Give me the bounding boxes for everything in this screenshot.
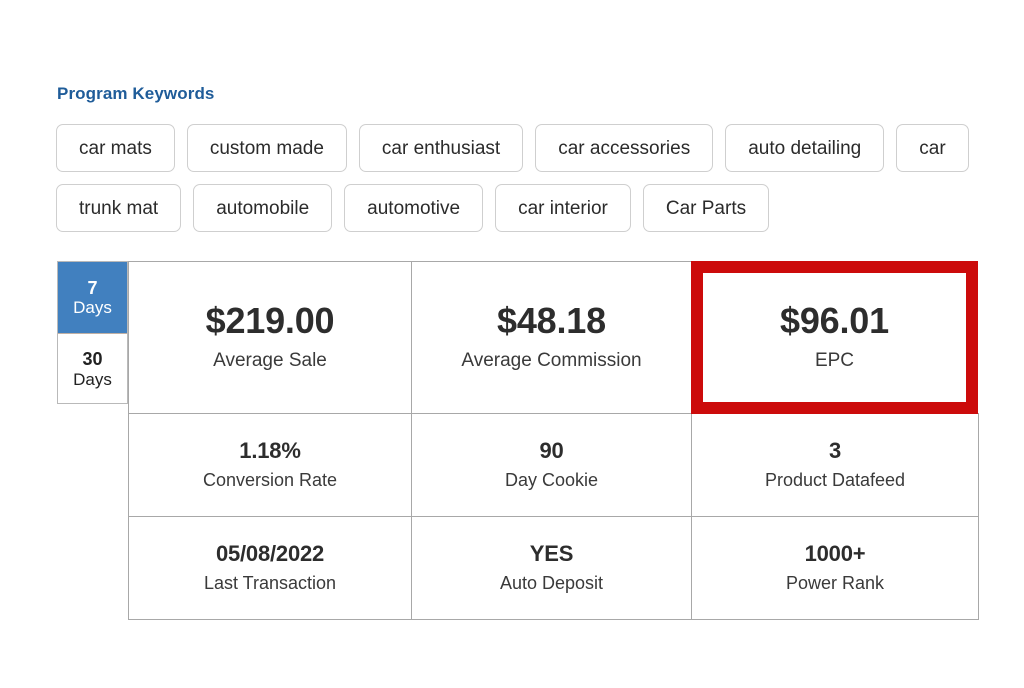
stat-cell-product-datafeed: 3 Product Datafeed: [691, 413, 979, 517]
stat-label: Auto Deposit: [500, 573, 603, 595]
keyword-pill[interactable]: trunk mat: [56, 184, 181, 232]
period-toggle[interactable]: 7 Days 30 Days: [57, 261, 128, 404]
keyword-pill[interactable]: car enthusiast: [359, 124, 523, 172]
period-tab-7-number: 7: [87, 278, 97, 298]
stat-value: 90: [539, 439, 563, 462]
program-stats-page: Program Keywords car matscustom madecar …: [0, 0, 1024, 688]
keyword-row: trunk matautomobileautomotivecar interio…: [56, 184, 986, 232]
program-stats-table: 7 Days 30 Days $219.00 Average Sale $48.…: [57, 261, 978, 619]
stat-cell-last-transaction: 05/08/2022 Last Transaction: [128, 516, 412, 620]
keyword-pill[interactable]: car interior: [495, 184, 631, 232]
stat-value: 3: [829, 439, 841, 462]
period-tab-30-days[interactable]: 30 Days: [58, 333, 127, 404]
keyword-pill[interactable]: automotive: [344, 184, 483, 232]
period-tab-30-unit: Days: [73, 370, 112, 389]
stat-value: YES: [530, 542, 573, 565]
stat-value: 05/08/2022: [216, 542, 324, 565]
stat-value: $219.00: [206, 302, 335, 340]
keyword-pill[interactable]: auto detailing: [725, 124, 884, 172]
stat-cell-epc-highlighted: $96.01 EPC: [691, 261, 978, 414]
stat-label: Conversion Rate: [203, 470, 337, 492]
stat-label: EPC: [815, 350, 854, 373]
stat-label: Power Rank: [786, 573, 884, 595]
stats-grid: $219.00 Average Sale $48.18 Average Comm…: [128, 261, 978, 619]
keyword-pill[interactable]: car mats: [56, 124, 175, 172]
keyword-pill[interactable]: car accessories: [535, 124, 713, 172]
stat-cell-average-sale: $219.00 Average Sale: [128, 261, 412, 414]
stat-label: Day Cookie: [505, 470, 598, 492]
page-title: Program Keywords: [57, 84, 214, 104]
stat-cell-average-commission: $48.18 Average Commission: [411, 261, 692, 414]
program-keywords-list: car matscustom madecar enthusiastcar acc…: [56, 124, 986, 244]
stat-label: Product Datafeed: [765, 470, 905, 492]
keyword-pill[interactable]: automobile: [193, 184, 332, 232]
stat-label: Average Sale: [213, 350, 327, 373]
keyword-pill[interactable]: car: [896, 124, 968, 172]
stat-cell-auto-deposit: YES Auto Deposit: [411, 516, 692, 620]
stat-cell-day-cookie: 90 Day Cookie: [411, 413, 692, 517]
stat-value: 1.18%: [239, 439, 300, 462]
stat-cell-power-rank: 1000+ Power Rank: [691, 516, 979, 620]
period-tab-30-number: 30: [82, 349, 102, 369]
stat-label: Last Transaction: [204, 573, 336, 595]
period-tab-7-unit: Days: [73, 298, 112, 317]
keyword-pill[interactable]: Car Parts: [643, 184, 769, 232]
keyword-row: car matscustom madecar enthusiastcar acc…: [56, 124, 986, 172]
stat-value: 1000+: [805, 542, 866, 565]
stat-value: $48.18: [497, 302, 606, 340]
stat-cell-conversion-rate: 1.18% Conversion Rate: [128, 413, 412, 517]
stat-label: Average Commission: [461, 350, 641, 373]
stat-value: $96.01: [780, 302, 889, 340]
keyword-pill[interactable]: custom made: [187, 124, 347, 172]
period-tab-7-days[interactable]: 7 Days: [58, 262, 127, 333]
